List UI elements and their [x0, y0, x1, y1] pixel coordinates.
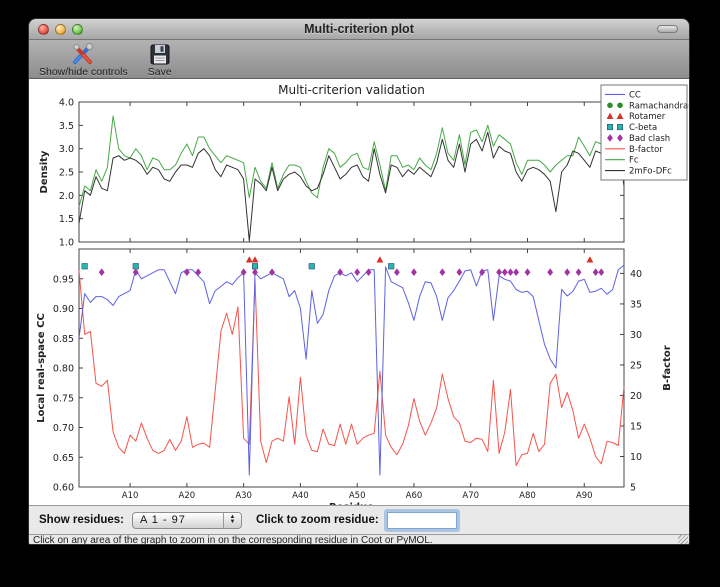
bfactor-ytick-label: 35 [630, 299, 642, 310]
legend-label: Fc [629, 156, 639, 166]
density-ytick-label: 3.5 [59, 121, 74, 132]
legend-label: Ramachandran [629, 101, 689, 111]
screen-background: Multi-criterion plot [0, 0, 720, 587]
status-bar: Click on any area of the graph to zoom i… [29, 534, 689, 545]
cc-ytick-label: 0.75 [53, 393, 74, 404]
zoom-residue-label: Click to zoom residue: [256, 514, 379, 526]
cc-ytick-label: 0.70 [53, 423, 74, 434]
status-message: Click on any area of the graph to zoom i… [29, 535, 433, 545]
window-title: Multi-criterion plot [29, 22, 689, 36]
cc-ytick-label: 0.85 [53, 334, 74, 345]
cc-ytick-label: 0.90 [53, 304, 74, 315]
fc-line [79, 116, 624, 207]
residue-xtick-label: A60 [406, 491, 423, 501]
show-hide-controls-label: Show/hide controls [39, 66, 128, 78]
stepper-arrows-icon: ▲▼ [223, 513, 241, 528]
bfactor-ytick-label: 25 [630, 360, 642, 371]
density-axes: Multi-criterion validation 4.0 3.5 3.0 2.5 2.… [39, 83, 624, 249]
show-hide-controls-button[interactable]: Show/hide controls [39, 42, 128, 78]
residue-xtick-label: A40 [292, 491, 309, 501]
multi-criterion-graph[interactable]: Multi-criterion validation 4.0 3.5 3.0 2.5 2.… [29, 79, 689, 505]
legend-label: Bad clash [629, 134, 670, 144]
residue-xtick-label: A20 [179, 491, 196, 501]
bfactor-line [79, 270, 624, 465]
cc-ytick-label: 0.95 [53, 274, 74, 285]
multi-criterion-plot-window: Multi-criterion plot [28, 18, 690, 545]
density-ytick-label: 3.0 [59, 144, 74, 155]
residue-xtick-label: A90 [576, 491, 593, 501]
density-ytick-label: 4.0 [59, 98, 74, 109]
bfactor-ytick-label: 10 [630, 452, 642, 463]
floppy-disk-icon [148, 42, 172, 66]
density-ytick-label: 2.0 [59, 191, 74, 202]
save-button[interactable]: Save [148, 42, 172, 78]
rotamer-markers [246, 256, 593, 262]
c-beta-markers [82, 263, 394, 269]
residue-xtick-label: A50 [349, 491, 366, 501]
density-axis-label: Density [39, 150, 50, 193]
density-ytick-label: 2.5 [59, 168, 74, 179]
close-button[interactable] [38, 24, 49, 35]
resize-grip-icon[interactable] [678, 535, 688, 545]
cc-ytick-label: 0.60 [53, 483, 74, 494]
toolbar-toggle-pill-button[interactable] [657, 25, 678, 33]
density-ytick-label: 1.0 [59, 238, 74, 249]
zoom-residue-input[interactable] [387, 512, 457, 529]
residue-xtick-label: A10 [122, 491, 139, 501]
crossed-tools-icon [70, 42, 96, 66]
legend-label: Rotamer [629, 112, 666, 122]
title-bar: Multi-criterion plot [29, 19, 689, 40]
bfactor-axis-label: B-factor [662, 345, 673, 390]
toolbar: Show/hide controls Save [29, 40, 689, 79]
density-ytick-label: 1.5 [59, 214, 74, 225]
control-bar: Show residues: A 1 - 97 ▲▼ Click to zoom… [29, 505, 689, 534]
cc-axis-label: Local real-space CC [36, 313, 47, 423]
bfactor-ytick-label: 20 [630, 391, 642, 402]
legend-label: C-beta [629, 123, 657, 133]
zoom-button[interactable] [72, 24, 83, 35]
bad-clash-markers [99, 268, 604, 276]
bfactor-ytick-label: 30 [630, 330, 642, 341]
minimize-button[interactable] [55, 24, 66, 35]
plot-panel: Multi-criterion validation 4.0 3.5 3.0 2.5 2.… [29, 79, 689, 505]
residue-xtick-label: A70 [462, 491, 479, 501]
bfactor-ytick-label: 40 [630, 269, 642, 280]
legend-label: 2mFo-DFc [629, 167, 672, 177]
legend-label: CC [629, 90, 641, 100]
residue-axis-label: Residue [329, 502, 374, 505]
bfactor-ytick-label: 5 [630, 483, 636, 494]
residue-xtick-label: A30 [235, 491, 252, 501]
cc-bfactor-axes: 0.95 0.90 0.85 0.80 0.75 0.70 0.65 0.60 40 35 30 25… [36, 249, 673, 505]
legend: CCRamachandranRotamerC-betaBad clashB-fa… [601, 85, 689, 180]
residue-range-value: A 1 - 97 [133, 514, 223, 526]
cc-line [79, 265, 624, 475]
cc-ytick-label: 0.80 [53, 364, 74, 375]
residue-xtick-label: A80 [519, 491, 536, 501]
bfactor-ytick-label: 15 [630, 421, 642, 432]
chart-title: Multi-criterion validation [278, 83, 425, 97]
legend-label: B-factor [629, 145, 663, 155]
show-residues-label: Show residues: [39, 514, 124, 526]
cc-ytick-label: 0.65 [53, 453, 74, 464]
save-label: Save [148, 66, 172, 78]
twomfo-dfc-line [79, 132, 624, 241]
residue-range-select[interactable]: A 1 - 97 ▲▼ [132, 512, 242, 529]
